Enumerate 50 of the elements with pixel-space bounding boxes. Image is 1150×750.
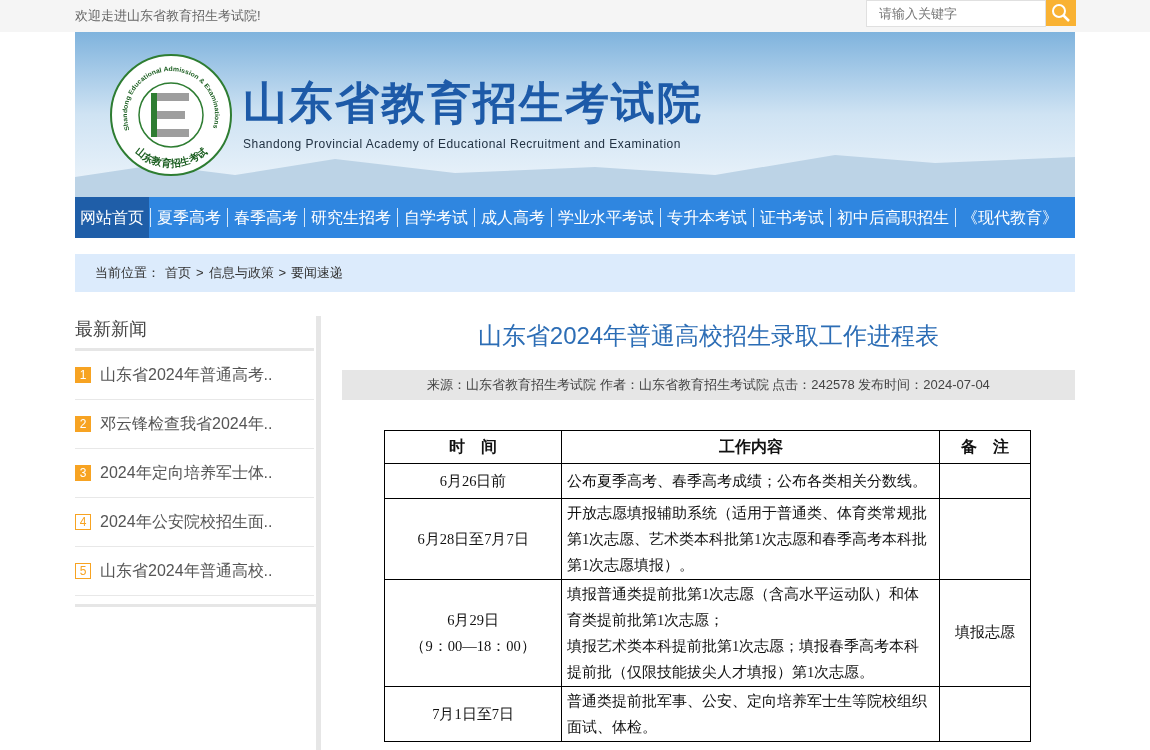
nav-tab[interactable]: 夏季高考 [152, 197, 226, 238]
article-title: 山东省2024年普通高校招生录取工作进程表 [476, 321, 941, 351]
note-cell: 填报志愿 [939, 579, 1031, 687]
column-header: 时 间 [384, 430, 562, 464]
search-button[interactable] [1046, 0, 1076, 26]
news-link[interactable]: 邓云锋检查我省2024年.. [100, 412, 273, 436]
nav-tab[interactable]: 研究生招考 [306, 197, 396, 238]
nav-tab[interactable]: 专升本考试 [662, 197, 752, 238]
site-subtitle: Shandong Provincial Academy of Educational Recruitment and Examination [243, 135, 682, 153]
column-header: 备 注 [939, 430, 1031, 464]
welcome-text: 欢迎走进山东省教育招生考试院! [75, 7, 261, 26]
search-icon [1051, 2, 1071, 23]
number-badge: 5 [75, 563, 91, 579]
number-badge: 1 [75, 367, 91, 383]
breadcrumb-link[interactable]: 信息与政策 [208, 263, 274, 283]
nav-tab[interactable]: 证书考试 [755, 197, 829, 238]
nav-tab[interactable]: 初中后高职招生 [832, 197, 954, 238]
time-text: 6月29日 [446, 611, 500, 630]
time-text: 7月1日至7日 [431, 705, 515, 724]
news-link[interactable]: 山东省2024年普通高考.. [100, 363, 273, 387]
column-header: 工作内容 [561, 430, 940, 464]
article-meta: 来源：山东省教育招生考试院 作者：山东省教育招生考试院 点击：242578 发布时间：2024-07-04 [342, 370, 1075, 400]
number-badge: 2 [75, 416, 91, 432]
nav-tab[interactable]: 成人高考 [476, 197, 550, 238]
section-title: 最新新闻 [75, 316, 314, 351]
content-text: 开放志愿填报辅助系统（适用于普通类、体育类常规批第1次志愿、艺术类本科批第1次志愿和春季高考本科批第1次志愿填报）。 [567, 504, 928, 575]
breadcrumb-label: 当前位置： [95, 264, 160, 283]
news-link[interactable]: 2024年公安院校招生面.. [100, 510, 273, 534]
nav-tab[interactable]: 网站首页 [75, 197, 149, 238]
site-title: 山东省教育招生考试院 [243, 76, 703, 129]
nav-tab[interactable]: 《现代教育》 [957, 197, 1063, 238]
content-text: 普通类提前批军事、公安、定向培养军士生等院校组织面试、体检。 [567, 692, 928, 737]
news-link[interactable]: 2024年定向培养军士体.. [100, 461, 273, 485]
time-text: 6月26日前 [438, 472, 508, 491]
content-text: 填报艺术类本科提前批第1次志愿；填报春季高考本科提前批（仅限技能拔尖人才填报）第1次志愿。 [567, 637, 921, 682]
content-text: 公布夏季高考、春季高考成绩；公布各类相关分数线。 [567, 472, 928, 491]
nav-tab[interactable]: 自学考试 [399, 197, 473, 238]
nav-tab[interactable]: 学业水平考试 [553, 197, 659, 238]
news-link[interactable]: 山东省2024年普通高校.. [100, 559, 273, 583]
time-text: 6月28日至7月7日 [416, 530, 530, 549]
time-text: （9：00—18：00） [409, 637, 537, 656]
search-field[interactable]: 请输入关键字 [866, 0, 1046, 27]
breadcrumb-link[interactable]: 首页 [165, 263, 191, 283]
number-badge: 3 [75, 465, 91, 481]
nav-tab[interactable]: 春季高考 [229, 197, 303, 238]
content-text: 填报普通类提前批第1次志愿（含高水平运动队）和体育类提前批第1次志愿； [567, 585, 921, 630]
breadcrumb-separator: > [196, 264, 204, 283]
breadcrumb-separator: > [278, 264, 287, 283]
number-badge: 4 [75, 514, 91, 530]
breadcrumb-link[interactable]: 要闻速递 [291, 263, 344, 283]
